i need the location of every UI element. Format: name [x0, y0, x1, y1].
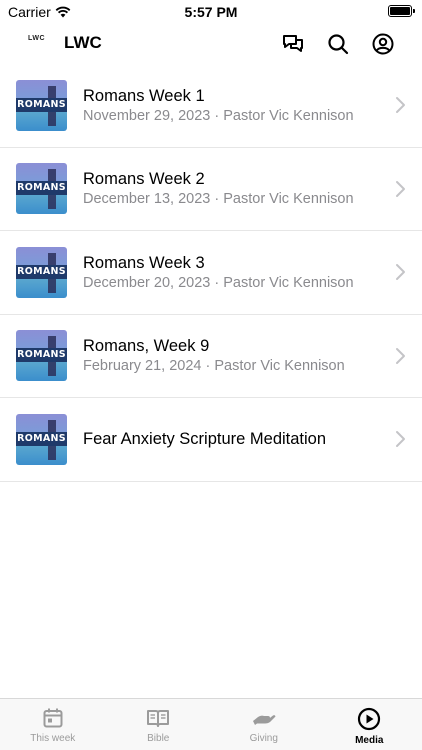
list-item[interactable]: ROMANS Romans, Week 9 February 21, 2024 … — [0, 315, 422, 398]
app-header: LWC LWC — [0, 24, 422, 64]
logo: LWC — [28, 35, 46, 42]
thumbnail-text: ROMANS — [17, 432, 66, 444]
profile-icon — [372, 33, 394, 55]
item-subtitle: December 13, 2023 · Pastor Vic Kennison — [83, 191, 354, 208]
list-item[interactable]: ROMANS Fear Anxiety Scripture Meditation — [0, 398, 422, 482]
tab-media[interactable]: Media — [317, 699, 422, 750]
list-item[interactable]: ROMANS Romans Week 3 December 20, 2023 ·… — [0, 231, 422, 315]
tab-giving[interactable]: Giving — [211, 699, 317, 750]
chat-icon — [283, 35, 303, 52]
tab-label: Giving — [249, 733, 278, 744]
sermon-thumbnail: ROMANS — [16, 413, 67, 465]
tab-label: Media — [355, 735, 384, 746]
chevron-right-icon — [396, 347, 405, 364]
chevron-right-icon — [396, 180, 405, 197]
clock: 5:57 PM — [184, 4, 238, 20]
status-bar: Carrier 5:57 PM — [0, 0, 422, 24]
page-title: LWC — [64, 33, 102, 52]
tab-bible[interactable]: Bible — [106, 699, 212, 750]
tab-label: Bible — [147, 733, 170, 744]
battery-icon — [388, 5, 415, 17]
giving-hand-icon — [252, 715, 276, 725]
thumbnail-text: ROMANS — [17, 98, 66, 110]
thumbnail-text: ROMANS — [17, 265, 66, 277]
tab-label: This week — [30, 733, 76, 744]
item-title: Romans Week 1 — [83, 86, 205, 105]
item-subtitle: November 29, 2023 · Pastor Vic Kennison — [83, 107, 354, 124]
media-list: ROMANS Romans Week 1 November 29, 2023 ·… — [0, 64, 422, 482]
calendar-icon — [43, 708, 63, 728]
chevron-right-icon — [396, 431, 405, 448]
item-title: Romans Week 3 — [83, 253, 205, 272]
chevron-right-icon — [396, 97, 405, 114]
item-subtitle: December 20, 2023 · Pastor Vic Kennison — [83, 274, 354, 291]
chat-button[interactable] — [280, 31, 306, 57]
thumbnail-text: ROMANS — [17, 349, 66, 361]
item-subtitle: February 21, 2024 · Pastor Vic Kennison — [83, 358, 345, 375]
tab-bar: This week Bible Giving Media — [0, 698, 422, 750]
sermon-thumbnail: ROMANS — [16, 246, 67, 298]
tab-this-week[interactable]: This week — [0, 699, 106, 750]
search-button[interactable] — [325, 31, 351, 57]
profile-button[interactable] — [370, 31, 396, 57]
item-title: Romans Week 2 — [83, 170, 205, 189]
list-item[interactable]: ROMANS Romans Week 1 November 29, 2023 ·… — [0, 64, 422, 148]
sermon-thumbnail: ROMANS — [16, 330, 67, 382]
thumbnail-text: ROMANS — [17, 182, 66, 194]
item-title: Fear Anxiety Scripture Meditation — [83, 429, 327, 448]
item-title: Romans, Week 9 — [83, 337, 210, 356]
list-item[interactable]: ROMANS Romans Week 2 December 13, 2023 ·… — [0, 148, 422, 231]
play-circle-icon — [358, 707, 381, 731]
search-icon — [328, 34, 349, 55]
sermon-thumbnail: ROMANS — [16, 163, 67, 215]
sermon-thumbnail: ROMANS — [16, 79, 67, 131]
chevron-right-icon — [396, 264, 405, 281]
book-icon — [147, 710, 170, 727]
